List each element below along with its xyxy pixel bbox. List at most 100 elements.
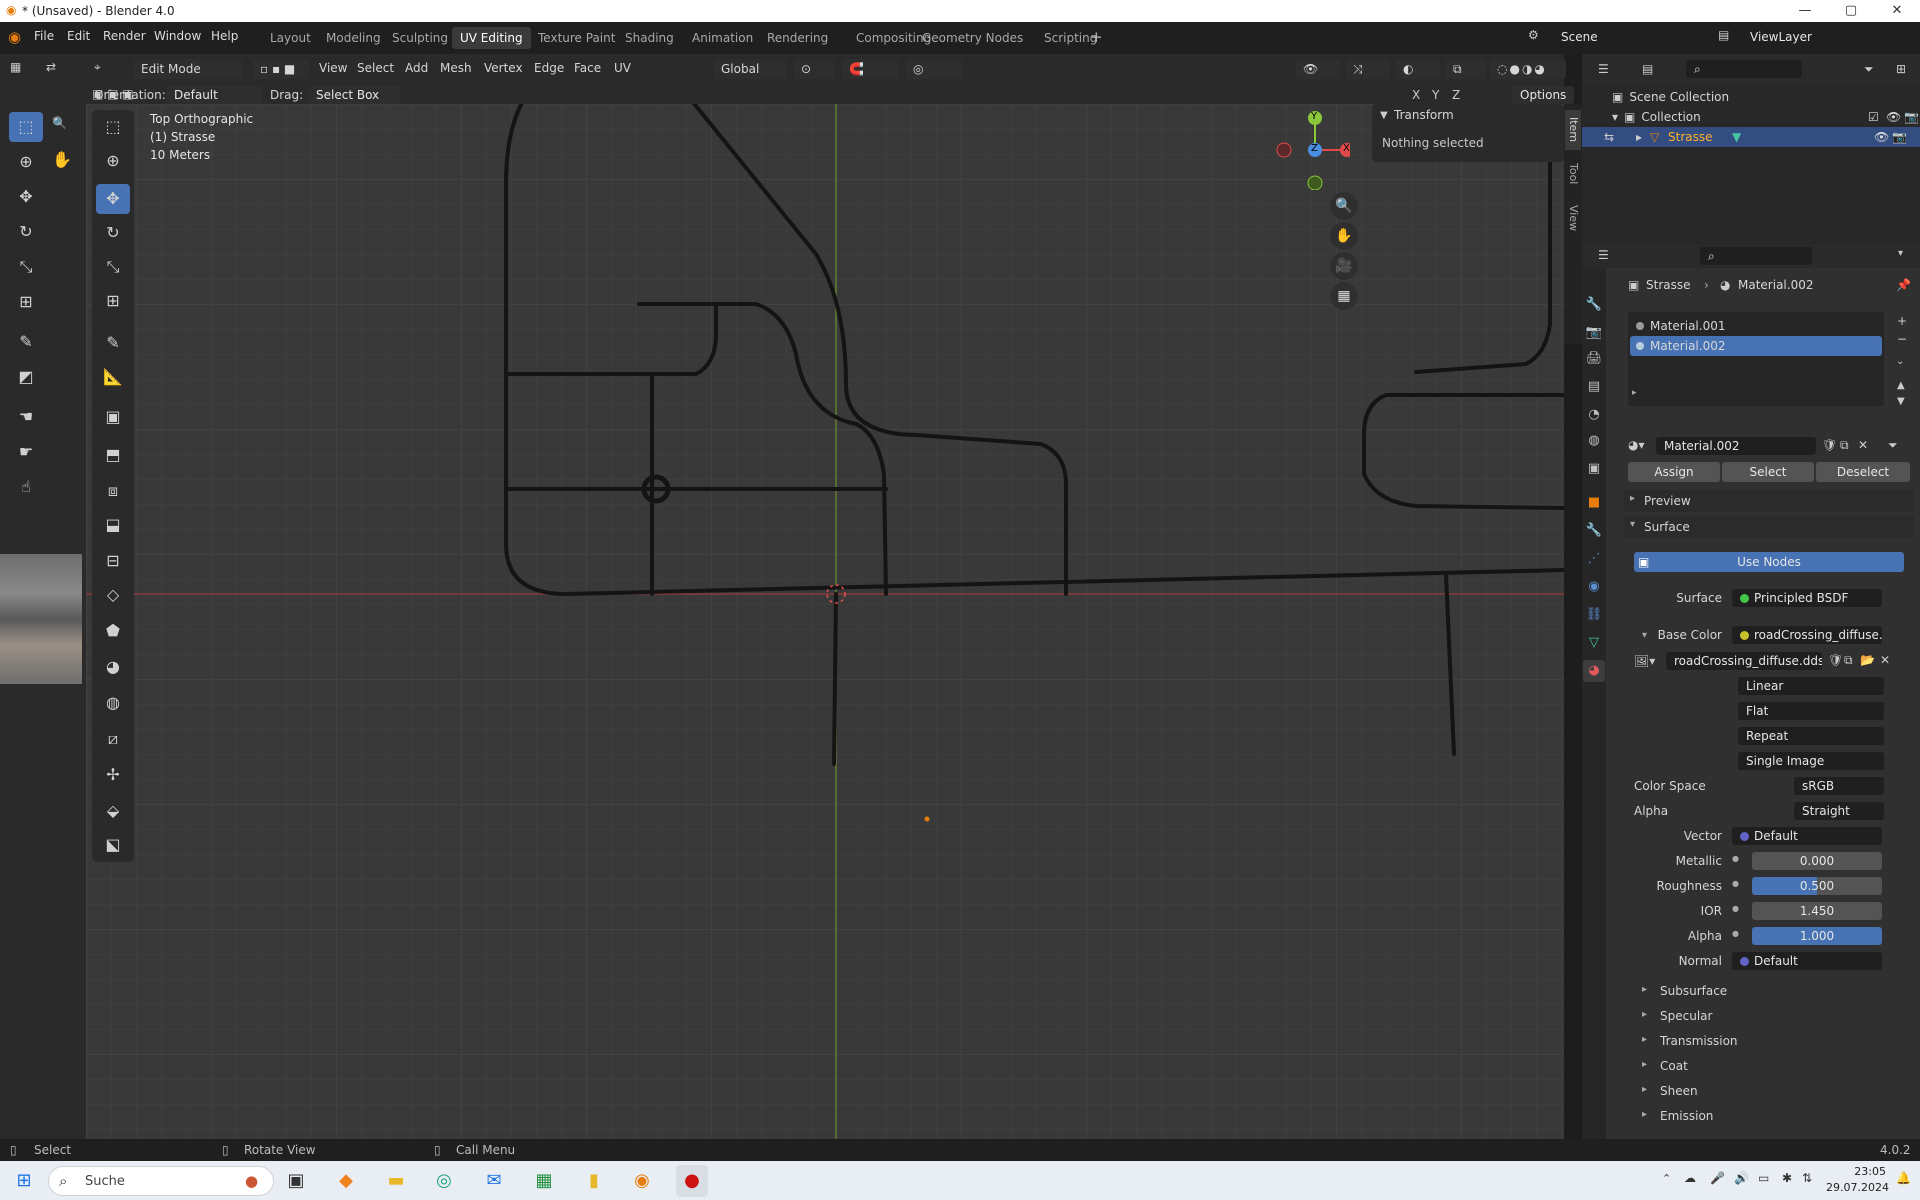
- uv-grab-tool-icon[interactable]: ☚: [9, 402, 43, 432]
- interpolation-dropdown[interactable]: Linear: [1738, 677, 1884, 695]
- expand-arrow-icon[interactable]: ▾: [1612, 110, 1618, 124]
- move-tool-icon[interactable]: ✥: [96, 184, 130, 214]
- tray-volume-icon[interactable]: 🔊: [1734, 1171, 1749, 1185]
- outliner-object-row[interactable]: ⇆ ▸ ▽ Strasse ▼ 👁 📷: [1582, 127, 1920, 147]
- edge-slide-tool-icon[interactable]: ⧄: [96, 724, 130, 754]
- file-explorer-icon[interactable]: ▬: [380, 1165, 412, 1197]
- scale-tool-icon[interactable]: ⤡: [96, 252, 130, 282]
- color-space-dropdown[interactable]: sRGB: [1794, 777, 1884, 795]
- tab-uv-editing[interactable]: UV Editing: [452, 27, 531, 49]
- add-cube-tool-icon[interactable]: ▣: [96, 402, 130, 432]
- overlay-toggle-icon[interactable]: ◐: [1396, 59, 1440, 79]
- proportional-edit-icon[interactable]: ◎: [906, 59, 962, 79]
- tab-view[interactable]: View: [1565, 198, 1581, 238]
- extrude-tool-icon[interactable]: ⬒: [96, 440, 130, 470]
- add-slot-icon[interactable]: +: [1897, 314, 1907, 328]
- scene-icon[interactable]: ⚙: [1528, 28, 1539, 42]
- record-app-icon[interactable]: ●: [676, 1165, 708, 1197]
- expand-list-icon[interactable]: ▸: [1632, 388, 1637, 398]
- move-slot-up-icon[interactable]: ▲: [1897, 380, 1905, 391]
- scene-tab-icon[interactable]: ◔: [1583, 404, 1605, 426]
- spin-tool-icon[interactable]: ◕: [96, 652, 130, 682]
- material-tab-icon[interactable]: ◕: [1583, 660, 1605, 682]
- tab-modeling[interactable]: Modeling: [318, 27, 389, 49]
- tab-geometry-nodes[interactable]: Geometry Nodes: [914, 27, 1031, 49]
- transform-orientation[interactable]: Global: [714, 59, 786, 79]
- menu-select[interactable]: Select: [357, 61, 394, 75]
- pivot-point-icon[interactable]: ⊙: [794, 59, 834, 79]
- menu-face[interactable]: Face: [574, 61, 601, 75]
- properties-editor-icon[interactable]: ☰: [1598, 248, 1609, 262]
- sticky-app-icon[interactable]: ▮: [578, 1165, 610, 1197]
- viewlayer-selector[interactable]: ViewLayer: [1742, 28, 1882, 46]
- properties-search-icon[interactable]: ⌕: [1700, 247, 1812, 265]
- material-name-field[interactable]: Material.002: [1656, 437, 1816, 455]
- pan-view-icon[interactable]: ✋: [1330, 222, 1358, 250]
- outlook-icon[interactable]: ✉: [478, 1165, 510, 1197]
- output-tab-icon[interactable]: 🖨: [1583, 348, 1605, 370]
- mode-selector[interactable]: Edit Mode: [134, 59, 242, 79]
- uv-scale-tool-icon[interactable]: ⤡: [9, 252, 43, 282]
- world-tab-icon[interactable]: ◍: [1583, 430, 1605, 452]
- render-camera-icon[interactable]: 📷: [1904, 107, 1919, 127]
- menu-help[interactable]: Help: [211, 29, 238, 43]
- outliner-search-icon[interactable]: ⌕: [1686, 60, 1802, 78]
- particles-tab-icon[interactable]: ⋰: [1583, 548, 1605, 570]
- unlink-material-icon[interactable]: ✕: [1858, 438, 1868, 452]
- render-tab-icon[interactable]: 📷: [1583, 322, 1605, 344]
- expand-arrow-icon[interactable]: ▸: [1636, 127, 1642, 147]
- surface-panel-header[interactable]: ▾ Surface: [1624, 516, 1914, 538]
- tray-mic-icon[interactable]: 🎤: [1710, 1171, 1725, 1185]
- rip-region-tool-icon[interactable]: ⬕: [96, 830, 130, 860]
- pin-icon[interactable]: 📌: [1896, 278, 1911, 292]
- edge-browser-icon[interactable]: ◎: [428, 1165, 460, 1197]
- start-button-icon[interactable]: ⊞: [8, 1165, 40, 1197]
- uv-relax-tool-icon[interactable]: ☛: [9, 437, 43, 467]
- maximize-button[interactable]: ▢: [1828, 0, 1874, 22]
- uv-move-tool-icon[interactable]: ✥: [9, 182, 43, 212]
- blender-app-icon[interactable]: ◉: [626, 1165, 658, 1197]
- ior-field[interactable]: 1.450: [1752, 902, 1882, 920]
- tray-network-cloud-icon[interactable]: ☁: [1684, 1171, 1696, 1185]
- xray-toggle-icon[interactable]: ⧉: [1446, 59, 1486, 79]
- image-unlink-icon[interactable]: ✕: [1880, 653, 1890, 667]
- scene-selector[interactable]: Scene: [1553, 28, 1703, 46]
- remove-slot-icon[interactable]: −: [1897, 332, 1907, 346]
- constraints-tab-icon[interactable]: ⛓: [1583, 604, 1605, 626]
- menu-file[interactable]: File: [34, 29, 54, 43]
- uv-annotate-tool-icon[interactable]: ✎: [9, 327, 43, 357]
- material-slot-active[interactable]: Material.002: [1630, 336, 1882, 356]
- tab-layout[interactable]: Layout: [262, 27, 319, 49]
- select-button[interactable]: Select: [1722, 462, 1814, 482]
- snapping-icon[interactable]: 🧲: [842, 59, 898, 79]
- fake-user-icon[interactable]: 🛡: [1822, 438, 1837, 452]
- zoom-view-icon[interactable]: 🔍: [1330, 192, 1358, 220]
- uv-rip-tool-icon[interactable]: ◩: [9, 362, 43, 392]
- menu-window[interactable]: Window: [154, 29, 201, 43]
- source-dropdown[interactable]: Single Image: [1738, 752, 1884, 770]
- properties-options-icon[interactable]: ▾: [1898, 248, 1903, 259]
- image-name-field[interactable]: roadCrossing_diffuse.dds: [1666, 652, 1822, 670]
- menu-render[interactable]: Render: [103, 29, 146, 43]
- shear-tool-icon[interactable]: ⬙: [96, 796, 130, 826]
- physics-tab-icon[interactable]: ◉: [1583, 576, 1605, 598]
- cursor-tool-icon[interactable]: ⊕: [96, 146, 130, 176]
- tray-display-icon[interactable]: ▭: [1758, 1171, 1769, 1185]
- taskbar-search[interactable]: ⌕ Suche ●: [48, 1166, 274, 1196]
- menu-mesh[interactable]: Mesh: [440, 61, 472, 75]
- clock-date[interactable]: 29.07.2024: [1826, 1181, 1889, 1194]
- collection-tab-icon[interactable]: ▣: [1583, 458, 1605, 480]
- tab-tool[interactable]: Tool: [1565, 156, 1581, 192]
- loop-cut-tool-icon[interactable]: ⊟: [96, 546, 130, 576]
- visibility-eye-icon[interactable]: 👁: [1886, 107, 1901, 127]
- filter-icon[interactable]: ⏷: [1864, 62, 1874, 77]
- menu-vertex[interactable]: Vertex: [484, 61, 523, 75]
- poly-build-tool-icon[interactable]: ⬟: [96, 616, 130, 646]
- outliner-scene-collection[interactable]: ▣ Scene Collection: [1612, 87, 1912, 107]
- visibility-icon[interactable]: 👁: [1296, 59, 1340, 79]
- gizmo-toggle-icon[interactable]: ⤨: [1346, 59, 1390, 79]
- preview-panel-header[interactable]: ▸ Preview: [1624, 490, 1914, 512]
- tab-texture-paint[interactable]: Texture Paint: [530, 27, 623, 49]
- uv-rotate-tool-icon[interactable]: ↻: [9, 217, 43, 247]
- move-slot-down-icon[interactable]: ▼: [1897, 396, 1905, 407]
